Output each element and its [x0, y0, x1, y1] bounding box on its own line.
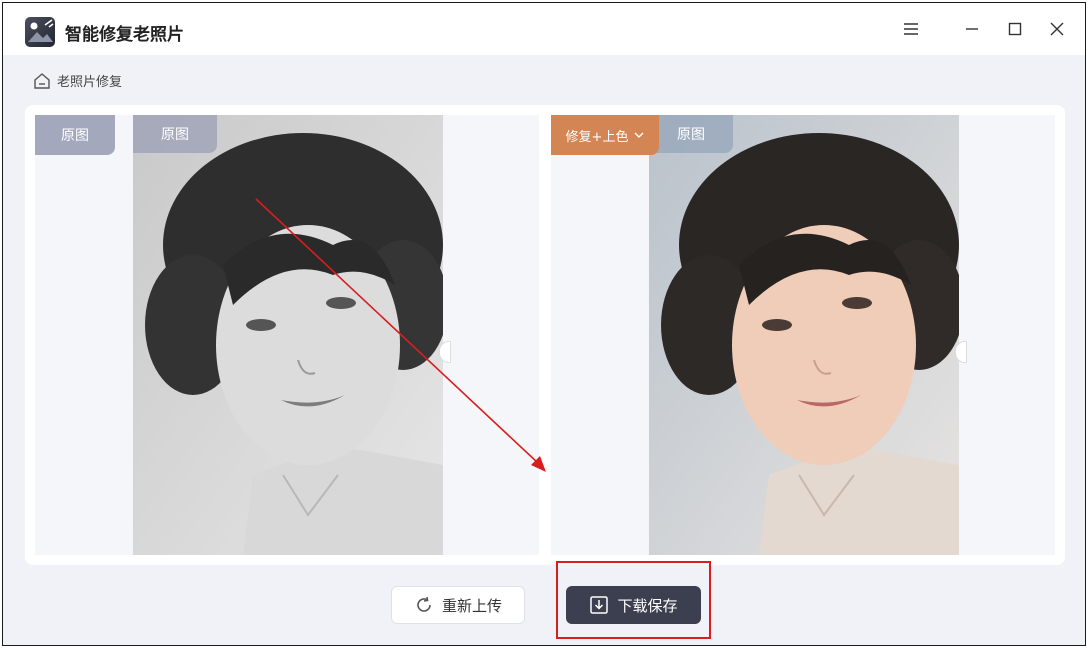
- compare-slider-handle[interactable]: [439, 341, 451, 363]
- app-title: 智能修复老照片: [65, 25, 184, 45]
- original-photo: 原图: [133, 115, 443, 555]
- breadcrumb[interactable]: 老照片修复: [33, 71, 122, 90]
- original-label: 原图: [35, 115, 115, 155]
- restored-image-label: 原图: [649, 115, 733, 153]
- app-window: 智能修复老照片 老照片修复 原图 原图 修复+上色 原图 重新上传 下载保存: [2, 2, 1086, 646]
- breadcrumb-label: 老照片修复: [57, 75, 123, 90]
- portrait-colorized-image: [649, 115, 959, 555]
- reupload-button[interactable]: 重新上传: [391, 586, 525, 624]
- restored-panel: 修复+上色 原图: [551, 115, 1055, 555]
- mode-dropdown-label: 修复+上色: [565, 129, 629, 145]
- mode-dropdown[interactable]: 修复+上色: [551, 115, 659, 155]
- minimize-button[interactable]: [960, 17, 984, 41]
- compare-slider-handle-right[interactable]: [955, 341, 967, 363]
- close-button[interactable]: [1045, 17, 1069, 41]
- original-panel: 原图 原图: [35, 115, 539, 555]
- hamburger-icon: [904, 23, 918, 35]
- chevron-down-icon: [634, 132, 644, 138]
- title-bar: 智能修复老照片: [3, 3, 1085, 55]
- reupload-label: 重新上传: [441, 596, 502, 615]
- maximize-icon: [1008, 22, 1022, 36]
- home-icon: [34, 72, 50, 89]
- close-icon: [1050, 22, 1064, 36]
- menu-button[interactable]: [899, 17, 923, 41]
- maximize-button[interactable]: [1003, 17, 1027, 41]
- restored-photo: 原图: [649, 115, 959, 555]
- portrait-grayscale-image: [133, 115, 443, 555]
- app-logo-icon: [25, 17, 55, 47]
- comparison-card: 原图 原图 修复+上色 原图: [25, 105, 1065, 565]
- highlight-box: [556, 561, 711, 639]
- minimize-icon: [966, 28, 978, 30]
- original-image-label: 原图: [133, 115, 217, 153]
- refresh-icon: [417, 596, 431, 612]
